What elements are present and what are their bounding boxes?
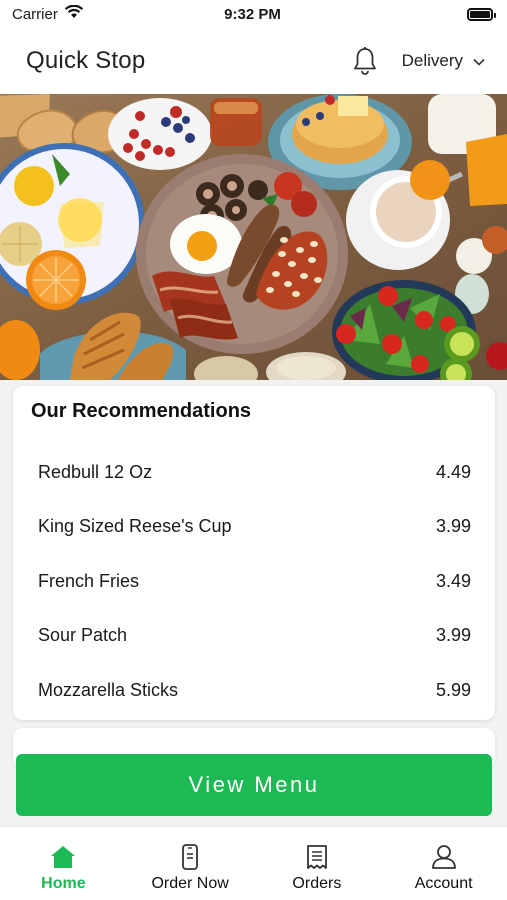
list-item[interactable]: French Fries 3.49: [31, 554, 471, 609]
list-item[interactable]: Sour Patch 3.99: [31, 609, 471, 664]
list-item[interactable]: King Sized Reese's Cup 3.99: [31, 500, 471, 555]
carrier-label: Carrier: [12, 5, 58, 23]
top-header: Quick Stop Delivery: [0, 28, 507, 94]
wifi-icon: [64, 4, 84, 23]
item-price: 4.49: [435, 461, 471, 482]
view-menu-button[interactable]: View Menu: [16, 754, 492, 816]
recommendations-list: Redbull 12 Oz 4.49 King Sized Reese's Cu…: [31, 445, 471, 718]
item-name: Redbull 12 Oz: [38, 461, 153, 482]
app-screen: Carrier 9:32 PM Quick Stop Delivery Our …: [0, 0, 507, 900]
tab-label: Home: [41, 875, 86, 892]
notification-bell-icon[interactable]: [350, 45, 380, 77]
chevron-down-icon: [473, 51, 485, 71]
status-right: [343, 7, 496, 21]
item-name: Sour Patch: [38, 625, 128, 646]
phone-icon: [176, 843, 204, 871]
recommendations-title: Our Recommendations: [31, 400, 252, 422]
tab-orders[interactable]: Orders: [254, 843, 380, 893]
clock: 9:32 PM: [224, 5, 281, 23]
tab-account[interactable]: Account: [381, 843, 507, 893]
tab-order-now[interactable]: Order Now: [127, 843, 253, 893]
item-name: French Fries: [38, 570, 140, 591]
tab-label: Orders: [292, 875, 342, 892]
hero-food-image: [0, 94, 507, 380]
delivery-mode-dropdown[interactable]: Delivery: [402, 51, 485, 71]
item-price: 3.99: [435, 625, 471, 646]
person-icon: [430, 843, 458, 871]
home-icon: [49, 843, 77, 871]
bottom-tab-bar: Home Order Now Orders Account: [0, 826, 507, 900]
tab-label: Account: [414, 875, 473, 892]
recommendations-card: Our Recommendations Redbull 12 Oz 4.49 K…: [13, 386, 495, 720]
receipt-icon: [303, 843, 331, 871]
item-name: King Sized Reese's Cup: [38, 516, 232, 537]
item-name: Mozzarella Sticks: [38, 679, 179, 700]
status-bar: Carrier 9:32 PM: [0, 0, 507, 28]
header-actions: Delivery: [350, 45, 485, 77]
tab-home[interactable]: Home: [0, 843, 126, 893]
item-price: 3.49: [435, 570, 471, 591]
store-name: Quick Stop: [26, 47, 146, 74]
item-price: 5.99: [435, 679, 471, 700]
tab-label: Order Now: [151, 875, 229, 892]
item-price: 3.99: [435, 516, 471, 537]
delivery-mode-label: Delivery: [401, 51, 463, 70]
list-item[interactable]: Mozzarella Sticks 5.99: [31, 663, 471, 718]
list-item[interactable]: Redbull 12 Oz 4.49: [31, 445, 471, 500]
status-left: Carrier: [12, 4, 162, 23]
battery-icon: [466, 7, 496, 21]
